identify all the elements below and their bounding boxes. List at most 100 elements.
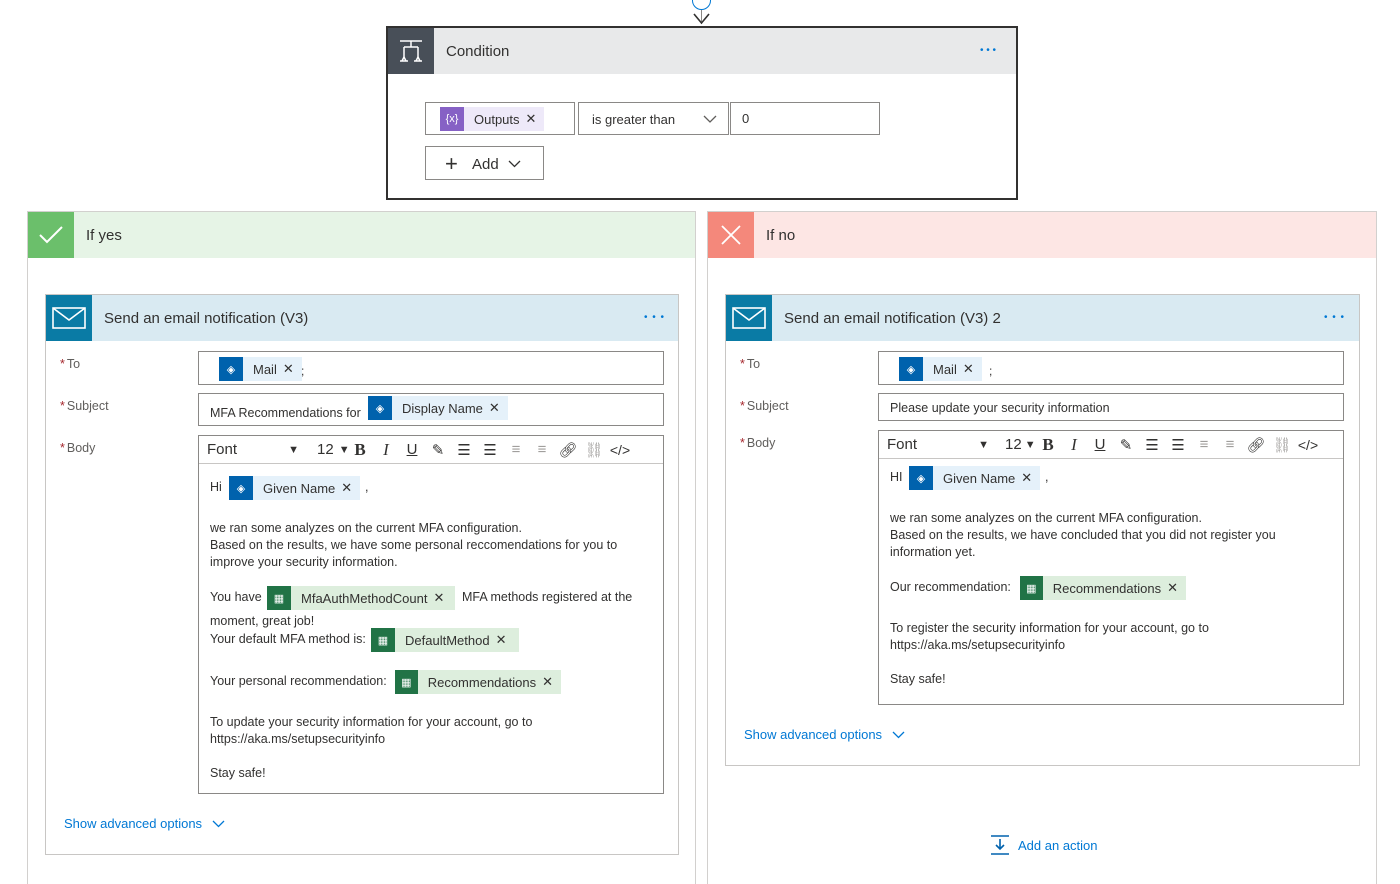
bullet-list-icon[interactable]: ☰ <box>451 438 477 462</box>
font-size-select[interactable]: 12 ▼ <box>997 436 1036 453</box>
body-editor[interactable]: Font ▼ 12 ▼ B I U ✎ ☰ ☰ ≡ ≡ 🔗︎ ⛓︎ </> HI <box>878 430 1344 705</box>
remove-token-icon[interactable]: ✕ <box>496 632 515 648</box>
highlight-icon[interactable]: ✎ <box>425 438 451 462</box>
recommendations-token[interactable]: ▦ Recommendations ✕ <box>1020 576 1186 600</box>
mail-token[interactable]: ◈ Mail ✕ <box>899 357 982 381</box>
body-line: we ran some analyzes on the current MFA … <box>890 511 1202 525</box>
outputs-token-label: Outputs <box>474 111 520 127</box>
azure-ad-icon: ◈ <box>368 396 392 420</box>
underline-icon[interactable]: U <box>399 438 425 462</box>
remove-token-icon[interactable]: ✕ <box>283 361 302 377</box>
azure-ad-icon: ◈ <box>909 466 933 490</box>
link-icon[interactable]: 🔗︎ <box>555 438 581 462</box>
email-action-header[interactable]: Send an email notification (V3) • • • <box>46 295 678 341</box>
more-options-icon[interactable]: • • • <box>980 46 996 56</box>
azure-ad-icon: ◈ <box>229 476 253 500</box>
greeting-text: Hi <box>210 480 222 494</box>
email-action-title: Send an email notification (V3) <box>104 310 309 327</box>
remove-token-icon[interactable]: ✕ <box>1021 470 1040 486</box>
underline-icon[interactable]: U <box>1087 433 1113 457</box>
given-name-token[interactable]: ◈ Given Name ✕ <box>909 466 1041 490</box>
highlight-icon[interactable]: ✎ <box>1113 433 1139 457</box>
condition-value-input[interactable]: 0 <box>730 102 880 135</box>
font-select-value: Font <box>207 441 238 458</box>
rich-text-toolbar: Font ▼ 12 ▼ B I U ✎ ☰ ☰ ≡ ≡ 🔗︎ ⛓︎ </> <box>879 431 1343 459</box>
remove-token-icon[interactable]: ✕ <box>341 480 360 496</box>
mail-token-label: Mail <box>933 361 957 377</box>
outputs-token[interactable]: {x} Outputs ✕ <box>440 107 545 131</box>
mfa-count-token[interactable]: ▦ MfaAuthMethodCount ✕ <box>267 586 455 610</box>
subject-input[interactable]: Please update your security information <box>878 393 1344 421</box>
numbered-list-icon[interactable]: ☰ <box>477 438 503 462</box>
caret-down-icon: ▼ <box>978 438 989 451</box>
code-view-icon[interactable]: </> <box>607 438 633 462</box>
more-options-icon[interactable]: • • • <box>1324 313 1345 323</box>
font-size-value: 12 <box>1005 436 1022 453</box>
add-button-label: Add <box>472 156 499 173</box>
body-line: To update your security information for … <box>210 715 533 729</box>
unlink-icon[interactable]: ⛓︎ <box>1269 433 1295 457</box>
given-name-token[interactable]: ◈ Given Name ✕ <box>229 476 361 500</box>
bold-icon[interactable]: B <box>347 438 373 462</box>
numbered-list-icon[interactable]: ☰ <box>1165 433 1191 457</box>
email-action-title: Send an email notification (V3) 2 <box>784 310 1001 327</box>
mail-token[interactable]: ◈ Mail ✕ <box>219 357 302 381</box>
more-options-icon[interactable]: • • • <box>644 313 665 323</box>
given-name-token-label: Given Name <box>943 470 1016 486</box>
unlink-icon[interactable]: ⛓︎ <box>581 438 607 462</box>
if-yes-header[interactable]: If yes <box>28 212 695 258</box>
font-select[interactable]: Font ▼ <box>199 441 307 458</box>
greeting-text: HI <box>890 470 903 484</box>
font-size-select[interactable]: 12 ▼ <box>307 441 350 458</box>
italic-icon[interactable]: I <box>373 438 399 462</box>
subject-input[interactable]: MFA Recommendations for ◈ Display Name ✕ <box>198 393 664 426</box>
condition-operator-select[interactable]: is greater than <box>578 102 729 135</box>
default-method-token-label: DefaultMethod <box>405 632 490 648</box>
condition-header[interactable]: Condition • • • <box>388 28 1016 74</box>
excel-icon: ▦ <box>1020 576 1043 600</box>
to-label-text: To <box>746 357 761 371</box>
given-name-token-label: Given Name <box>263 480 336 496</box>
decrease-indent-icon[interactable]: ≡ <box>503 438 529 462</box>
expression-icon: {x} <box>440 107 464 131</box>
condition-left-operand[interactable]: {x} Outputs ✕ <box>425 102 575 135</box>
add-an-action-button[interactable]: Add an action <box>989 834 1098 856</box>
email-action-card: Send an email notification (V3) • • • * T… <box>45 294 679 855</box>
remove-token-icon[interactable]: ✕ <box>433 590 452 606</box>
condition-icon <box>388 28 434 74</box>
link-icon[interactable]: 🔗︎ <box>1243 433 1269 457</box>
insert-step-icon[interactable] <box>692 0 711 10</box>
if-no-header[interactable]: If no <box>708 212 1376 258</box>
bold-icon[interactable]: B <box>1035 433 1061 457</box>
increase-indent-icon[interactable]: ≡ <box>1217 433 1243 457</box>
body-line: Based on the results, we have some perso… <box>210 538 618 552</box>
email-action-header[interactable]: Send an email notification (V3) 2 • • • <box>726 295 1359 341</box>
italic-icon[interactable]: I <box>1061 433 1087 457</box>
bullet-list-icon[interactable]: ☰ <box>1139 433 1165 457</box>
remove-token-icon[interactable]: ✕ <box>1167 580 1186 596</box>
body-line: improve your security information. <box>210 555 398 569</box>
recommendations-token[interactable]: ▦ Recommendations ✕ <box>395 670 561 694</box>
azure-ad-icon: ◈ <box>899 357 923 381</box>
body-editor[interactable]: Font ▼ 12 ▼ B I U ✎ ☰ ☰ ≡ ≡ 🔗︎ ⛓︎ </> Hi <box>198 435 664 794</box>
body-line: we ran some analyzes on the current MFA … <box>210 521 522 535</box>
code-view-icon[interactable]: </> <box>1295 433 1321 457</box>
show-advanced-options-link[interactable]: Show advanced options <box>64 816 225 831</box>
to-input[interactable]: ◈ Mail ✕ ; <box>878 351 1344 385</box>
remove-token-icon[interactable]: ✕ <box>526 111 545 127</box>
show-advanced-options-link[interactable]: Show advanced options <box>744 727 905 742</box>
increase-indent-icon[interactable]: ≡ <box>529 438 555 462</box>
default-method-token[interactable]: ▦ DefaultMethod ✕ <box>371 628 519 652</box>
remove-token-icon[interactable]: ✕ <box>542 674 561 690</box>
excel-icon: ▦ <box>395 670 418 694</box>
to-input[interactable]: ◈ Mail ✕ ; <box>198 351 664 385</box>
greeting-tail: , <box>1045 470 1049 484</box>
body-label: * Body <box>60 441 96 455</box>
remove-token-icon[interactable]: ✕ <box>963 361 982 377</box>
add-button[interactable]: + Add <box>425 146 544 180</box>
remove-token-icon[interactable]: ✕ <box>489 400 508 416</box>
display-name-token[interactable]: ◈ Display Name ✕ <box>368 396 508 420</box>
decrease-indent-icon[interactable]: ≡ <box>1191 433 1217 457</box>
font-select[interactable]: Font ▼ <box>879 436 997 453</box>
mail-token-label: Mail <box>253 361 277 377</box>
